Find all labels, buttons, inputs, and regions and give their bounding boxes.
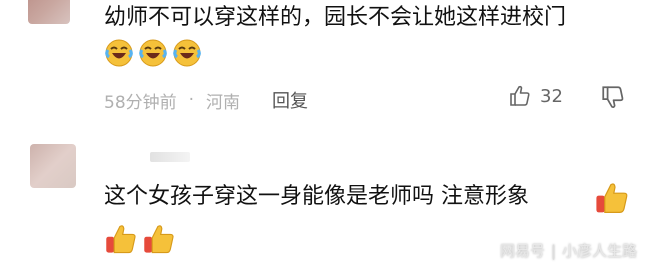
laugh-cry-emoji-icon [173, 39, 201, 67]
thumbs-up-emoji-icon [596, 183, 628, 213]
like-button[interactable]: 32 [508, 84, 563, 108]
comment-meta: 58分钟前 · 河南 回复 [104, 87, 308, 113]
comment-location: 河南 [206, 92, 241, 113]
meta-separator: · [188, 90, 195, 110]
reply-button[interactable]: 回复 [272, 87, 308, 113]
thumbs-up-emoji-icon [106, 225, 136, 254]
watermark-author: 小彦人生路 [562, 242, 638, 260]
comment-text: 这个女孩子穿这一身能像是老师吗 注意形象 [104, 184, 529, 209]
emoji-row [104, 222, 176, 256]
avatar[interactable] [30, 144, 76, 188]
laugh-cry-emoji-icon [105, 39, 133, 67]
avatar[interactable] [28, 0, 70, 24]
comment-time: 58分钟前 [104, 92, 177, 113]
username-placeholder [150, 152, 190, 162]
watermark-source: 网易号 [500, 242, 546, 260]
like-count: 32 [540, 85, 563, 107]
emoji-row [104, 38, 202, 68]
watermark: 网易号 | 小彦人生路 [500, 240, 637, 261]
watermark-separator: | [551, 241, 557, 260]
thumbs-up-emoji-icon [144, 225, 174, 254]
laugh-cry-emoji-icon [139, 39, 167, 67]
thumbs-up-emoji-inline [594, 180, 630, 220]
comment-text: 幼师不可以穿这样的，园长不会让她这样进校门 [104, 5, 567, 30]
dislike-button[interactable] [600, 84, 626, 114]
thumbs-up-outline-icon [510, 85, 530, 106]
thumbs-down-outline-icon [602, 86, 624, 108]
